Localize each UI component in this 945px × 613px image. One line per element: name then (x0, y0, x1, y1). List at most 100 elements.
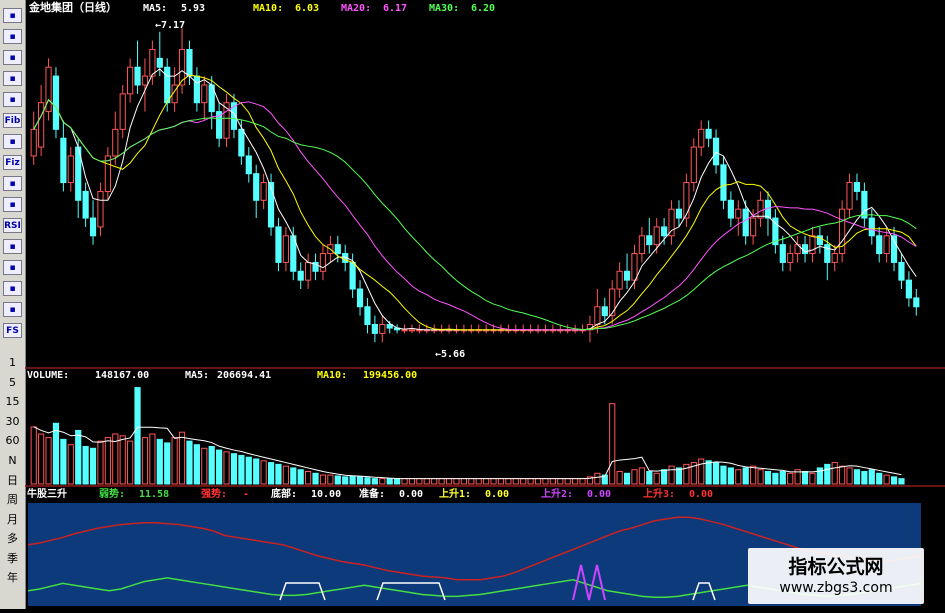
volume-bar (408, 478, 416, 485)
period-9[interactable]: 多 (3, 531, 22, 546)
candle-body (653, 226, 660, 246)
period-6[interactable]: 日 (3, 472, 22, 487)
volume-bar (527, 478, 534, 485)
volume-bar (401, 478, 408, 485)
volume-bar (253, 458, 260, 485)
candle-body (67, 155, 74, 184)
line-icon[interactable]: ▪ (3, 50, 22, 65)
bottom-value: 10.00 (311, 489, 341, 500)
candle-body (883, 235, 890, 255)
candle-body (201, 84, 208, 104)
watermark: 指标公式网 www.zbgs3.com (748, 548, 924, 604)
pen-icon[interactable]: ▪ (3, 302, 22, 317)
volume-bar (564, 478, 571, 485)
volume-bar (38, 433, 45, 485)
candle-body (52, 75, 60, 130)
volume-bar (779, 471, 786, 485)
ma30-value: 6.20 (471, 3, 495, 14)
volume-bar (572, 478, 579, 485)
move-icon[interactable]: ▪ (3, 260, 22, 275)
volume-value: 148167.00 (95, 370, 149, 381)
volume-bar (831, 462, 838, 485)
note-icon[interactable]: ▪ (3, 134, 22, 149)
volume-bar (156, 438, 163, 485)
period-11[interactable]: 年 (3, 570, 22, 585)
period-1[interactable]: 5 (3, 375, 22, 390)
volume-bar (445, 478, 453, 485)
volume-bar (334, 475, 341, 485)
period-0[interactable]: 1 (3, 355, 22, 370)
high-price-label: ←7.17 (155, 20, 185, 31)
fib-icon[interactable]: Fib (3, 113, 22, 128)
period-3[interactable]: 30 (3, 414, 22, 429)
bottom-label: 底部: (271, 487, 297, 500)
volume-bar (483, 478, 490, 485)
draw-icon[interactable]: ▪ (3, 197, 22, 212)
volume-bar (104, 437, 111, 485)
volume-bar (646, 471, 653, 485)
export-icon[interactable]: ▪ (3, 281, 22, 296)
candle-body (119, 93, 126, 130)
candle-icon[interactable]: ▪ (3, 29, 22, 44)
grid-icon[interactable]: ▪ (3, 92, 22, 107)
volume-bar (772, 472, 779, 485)
volume-bar (119, 435, 126, 485)
ma20-label: MA20: (341, 3, 371, 14)
volume-bar (549, 478, 556, 485)
volume-bar (720, 465, 727, 485)
period-7[interactable]: 周 (3, 492, 22, 507)
bar-icon[interactable]: ▪ (3, 71, 22, 86)
candle-body (97, 190, 104, 228)
candle-body (238, 128, 245, 157)
toolbar: ▪ ▪ ▪ ▪ ▪ Fib ▪ Fiz ▪ ▪ RSI ▪ ▪ ▪ ▪ FS 1 5 15 30 60 N 日周月多季年 (0, 0, 26, 609)
rsi-icon[interactable]: RSI (3, 218, 22, 233)
weak-value: 11.58 (139, 489, 169, 500)
volume-bar (824, 463, 831, 485)
period-2[interactable]: 15 (3, 394, 22, 409)
candle-body (141, 75, 149, 86)
up2-label: 上升2: (541, 487, 573, 500)
fs-icon[interactable]: FS (3, 323, 22, 338)
period-10[interactable]: 季 (3, 550, 22, 565)
ma20-line (33, 98, 917, 331)
volume-bar (89, 447, 97, 485)
candle-body (757, 199, 764, 219)
candle-body (601, 306, 608, 317)
candle-body (112, 128, 119, 157)
ma20-value: 6.17 (383, 3, 407, 14)
volume-bar (230, 453, 238, 485)
volume-bar (839, 465, 846, 485)
volume-bar (631, 469, 638, 485)
volume-bar (705, 460, 712, 485)
weak-label: 弱势: (99, 487, 125, 500)
volume-bar (653, 472, 660, 485)
fiz-icon[interactable]: Fiz (3, 155, 22, 170)
watermark-title: 指标公式网 (788, 556, 884, 578)
period-5[interactable]: N (3, 453, 22, 468)
up1-label: 上升1: (439, 487, 471, 500)
volume-bar (312, 472, 319, 485)
chart-icon[interactable]: ▪ (3, 8, 22, 23)
volume-bar (846, 467, 853, 485)
volume-bar (60, 438, 67, 485)
candle-body (260, 182, 267, 201)
volume-bar (30, 426, 37, 485)
volume-bar (290, 467, 297, 485)
candle-body (846, 182, 853, 210)
volume-bar (208, 446, 215, 485)
period-8[interactable]: 月 (3, 511, 22, 526)
period-4[interactable]: 60 (3, 433, 22, 448)
fibo-icon[interactable]: ▪ (3, 176, 22, 191)
candles-group (30, 28, 920, 343)
candle-body (164, 66, 171, 104)
ready-label: 准备: (359, 487, 385, 500)
gear-icon[interactable]: ▪ (3, 239, 22, 254)
candle-body (60, 137, 67, 184)
volume-bar (453, 478, 460, 485)
volume-bar (275, 463, 282, 485)
volume-bar (141, 437, 149, 485)
strong-label: 强势: (201, 487, 227, 500)
volume-bar (512, 478, 519, 485)
candle-body (898, 261, 905, 281)
volume-ma10-label: MA10: (317, 370, 347, 381)
